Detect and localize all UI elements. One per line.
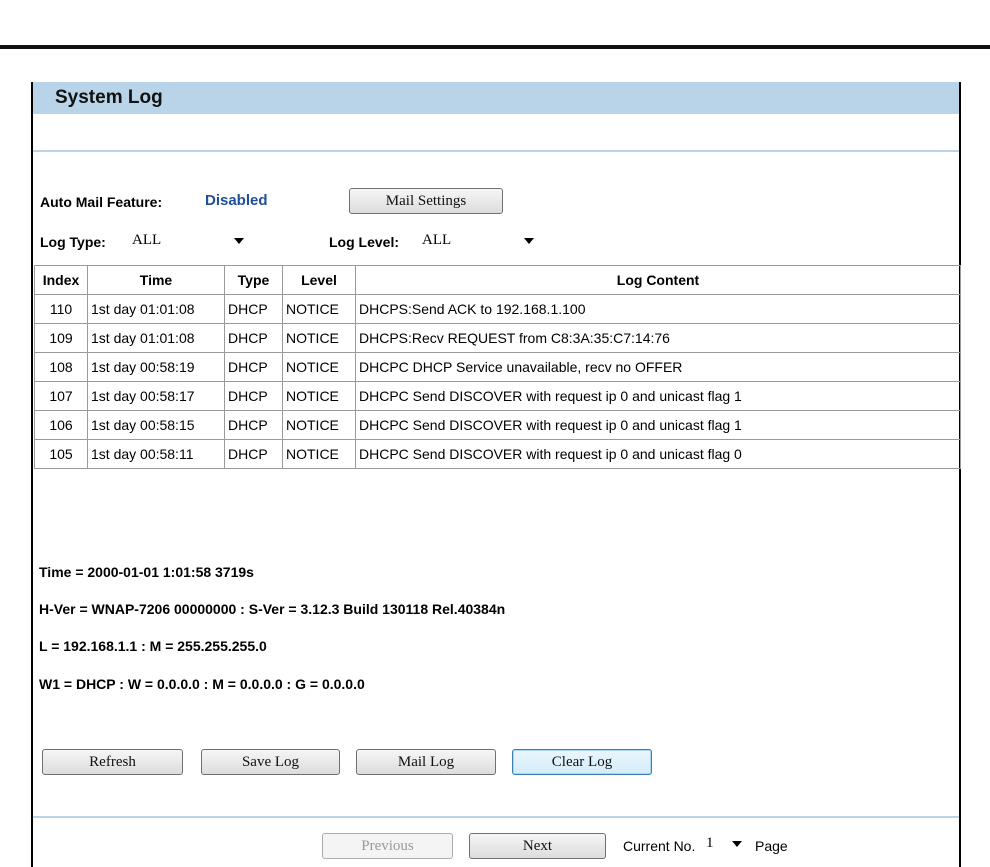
page-title: System Log bbox=[33, 82, 959, 114]
row-content: DHCPS:Recv REQUEST from C8:3A:35:C7:14:7… bbox=[355, 323, 961, 353]
row-type: DHCP bbox=[224, 381, 283, 411]
log-type-select[interactable]: ALL bbox=[126, 230, 250, 252]
row-time: 1st day 01:01:08 bbox=[87, 294, 225, 324]
auto-mail-label: Auto Mail Feature: bbox=[40, 194, 163, 210]
row-time: 1st day 01:01:08 bbox=[87, 323, 225, 353]
table-row: 109 1st day 01:01:08 DHCP NOTICE DHCPS:R… bbox=[34, 323, 961, 353]
row-content: DHCPC Send DISCOVER with request ip 0 an… bbox=[355, 410, 961, 440]
row-index: 105 bbox=[34, 439, 88, 469]
previous-button[interactable]: Previous bbox=[322, 833, 453, 859]
page-select-value: 1 bbox=[706, 835, 714, 851]
row-index: 106 bbox=[34, 410, 88, 440]
row-index: 108 bbox=[34, 352, 88, 382]
row-level: NOTICE bbox=[282, 323, 356, 353]
row-type: DHCP bbox=[224, 323, 283, 353]
page-label: Page bbox=[755, 838, 788, 854]
clear-log-button[interactable]: Clear Log bbox=[512, 749, 652, 775]
row-type: DHCP bbox=[224, 294, 283, 324]
header-log-content: Log Content bbox=[355, 265, 961, 295]
row-content: DHCPS:Send ACK to 192.168.1.100 bbox=[355, 294, 961, 324]
row-type: DHCP bbox=[224, 352, 283, 382]
mail-log-button[interactable]: Mail Log bbox=[356, 749, 496, 775]
row-level: NOTICE bbox=[282, 352, 356, 382]
footer-divider bbox=[33, 816, 959, 818]
log-type-value: ALL bbox=[132, 232, 162, 248]
top-divider bbox=[0, 45, 990, 49]
row-content: DHCPC DHCP Service unavailable, recv no … bbox=[355, 352, 961, 382]
row-content: DHCPC Send DISCOVER with request ip 0 an… bbox=[355, 439, 961, 469]
log-type-label: Log Type: bbox=[40, 234, 106, 250]
save-log-button[interactable]: Save Log bbox=[201, 749, 340, 775]
table-row: 108 1st day 00:58:19 DHCP NOTICE DHCPC D… bbox=[34, 352, 961, 382]
row-level: NOTICE bbox=[282, 294, 356, 324]
row-time: 1st day 00:58:11 bbox=[87, 439, 225, 469]
table-row: 105 1st day 00:58:11 DHCP NOTICE DHCPC S… bbox=[34, 439, 961, 469]
header-type: Type bbox=[224, 265, 283, 295]
row-time: 1st day 00:58:15 bbox=[87, 410, 225, 440]
next-button[interactable]: Next bbox=[469, 833, 606, 859]
chevron-down-icon bbox=[732, 841, 742, 847]
system-log-panel: System Log Auto Mail Feature: Disabled M… bbox=[31, 82, 961, 867]
row-type: DHCP bbox=[224, 439, 283, 469]
row-time: 1st day 00:58:17 bbox=[87, 381, 225, 411]
row-type: DHCP bbox=[224, 410, 283, 440]
log-level-value: ALL bbox=[422, 232, 452, 248]
row-level: NOTICE bbox=[282, 381, 356, 411]
page-select[interactable]: 1 bbox=[703, 833, 747, 855]
table-row: 107 1st day 00:58:17 DHCP NOTICE DHCPC S… bbox=[34, 381, 961, 411]
log-table-header: Index Time Type Level Log Content bbox=[34, 265, 961, 295]
current-no-label: Current No. bbox=[623, 838, 696, 854]
refresh-button[interactable]: Refresh bbox=[42, 749, 183, 775]
title-divider bbox=[33, 150, 959, 152]
log-level-select[interactable]: ALL bbox=[416, 230, 540, 252]
info-wan: W1 = DHCP : W = 0.0.0.0 : M = 0.0.0.0 : … bbox=[39, 676, 365, 692]
info-lan: L = 192.168.1.1 : M = 255.255.255.0 bbox=[39, 638, 267, 654]
header-index: Index bbox=[34, 265, 88, 295]
info-time: Time = 2000-01-01 1:01:58 3719s bbox=[39, 564, 254, 580]
info-version: H-Ver = WNAP-7206 00000000 : S-Ver = 3.1… bbox=[39, 601, 506, 617]
chevron-down-icon bbox=[524, 238, 534, 244]
row-index: 110 bbox=[34, 294, 88, 324]
row-index: 107 bbox=[34, 381, 88, 411]
log-table: Index Time Type Level Log Content 110 1s… bbox=[34, 265, 961, 469]
row-content: DHCPC Send DISCOVER with request ip 0 an… bbox=[355, 381, 961, 411]
header-time: Time bbox=[87, 265, 225, 295]
table-row: 106 1st day 00:58:15 DHCP NOTICE DHCPC S… bbox=[34, 410, 961, 440]
row-time: 1st day 00:58:19 bbox=[87, 352, 225, 382]
row-level: NOTICE bbox=[282, 439, 356, 469]
auto-mail-status: Disabled bbox=[205, 192, 268, 209]
table-row: 110 1st day 01:01:08 DHCP NOTICE DHCPS:S… bbox=[34, 294, 961, 324]
row-index: 109 bbox=[34, 323, 88, 353]
chevron-down-icon bbox=[234, 238, 244, 244]
mail-settings-button[interactable]: Mail Settings bbox=[349, 188, 503, 214]
header-level: Level bbox=[282, 265, 356, 295]
log-level-label: Log Level: bbox=[329, 234, 400, 250]
row-level: NOTICE bbox=[282, 410, 356, 440]
